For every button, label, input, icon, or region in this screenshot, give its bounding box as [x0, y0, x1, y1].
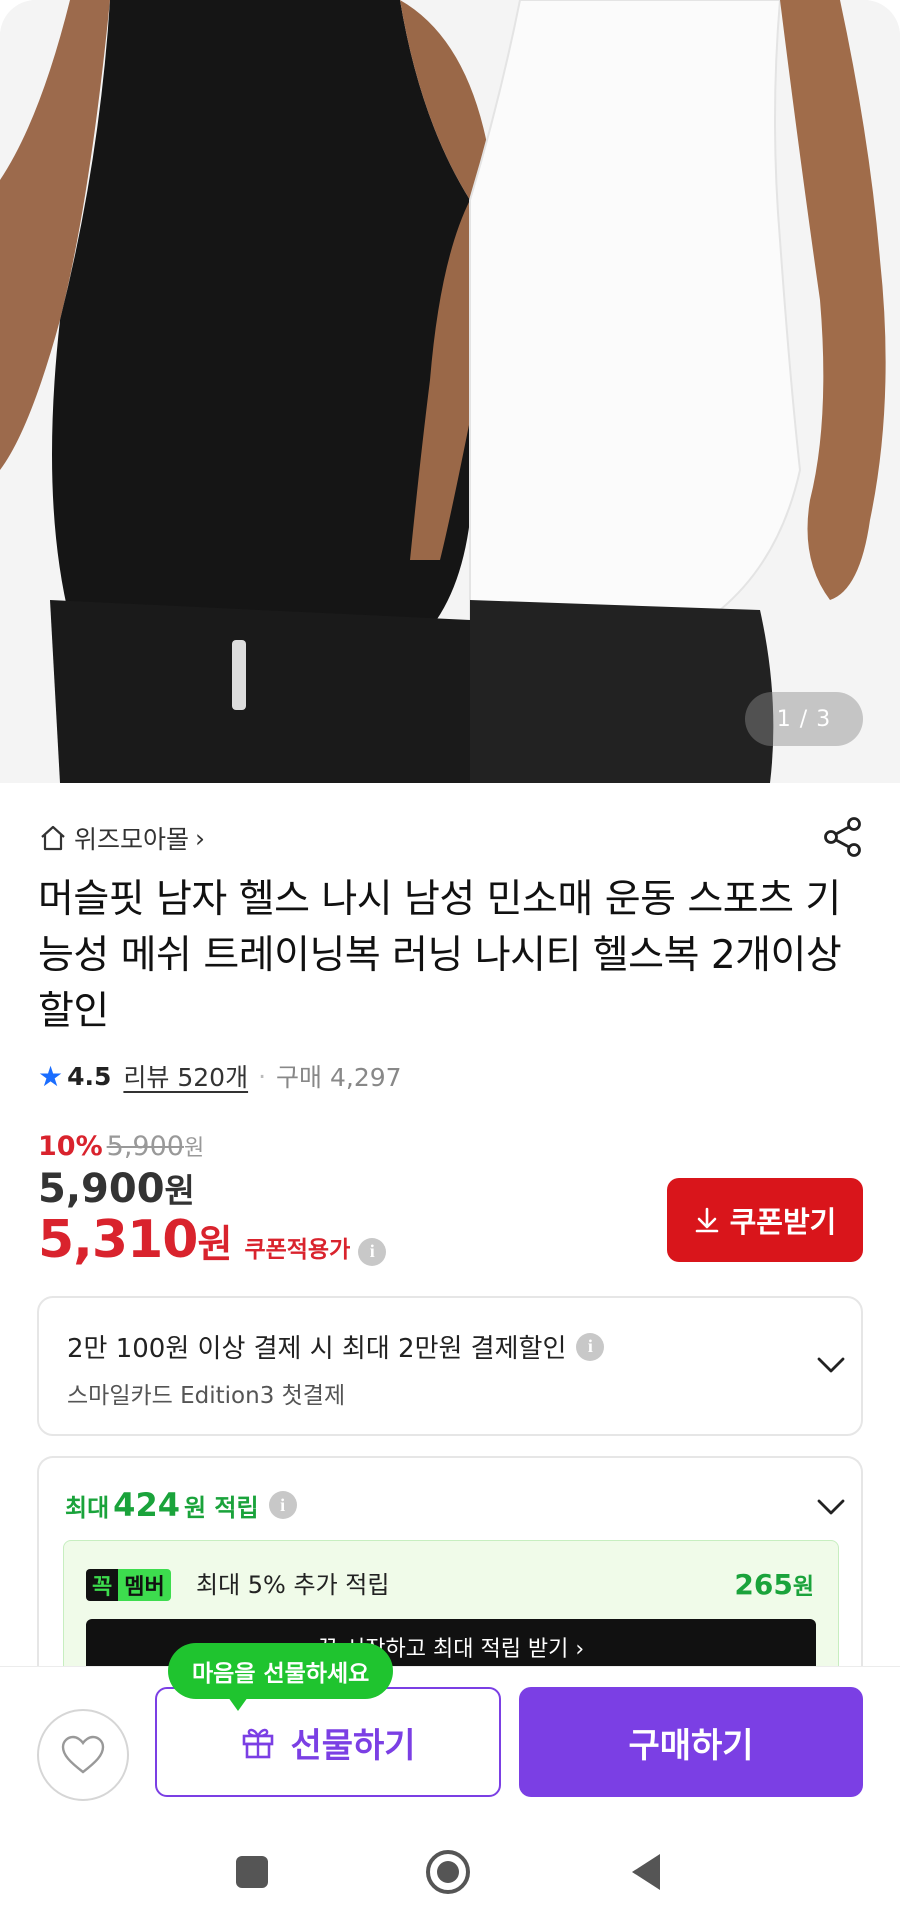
heart-icon [61, 1735, 105, 1774]
share-icon[interactable] [820, 814, 866, 860]
coupon-price-unit: 원 [197, 1222, 233, 1266]
star-icon: ★ [38, 1059, 64, 1093]
reward-amount: 424 [113, 1486, 180, 1524]
chevron-down-icon[interactable] [817, 1356, 845, 1374]
rating-score: 4.5 [67, 1061, 112, 1091]
sale-price: 5,900원 [38, 1164, 195, 1212]
card-discount-subtitle: 스마일카드 Edition3 첫결제 [67, 1383, 346, 1409]
store-link[interactable]: 위즈모아몰 › [38, 818, 205, 858]
bottom-action-bar: 선물하기 구매하기 [0, 1666, 900, 1822]
sale-price-unit: 원 [164, 1171, 195, 1210]
gallery-pager: 1 / 3 [745, 692, 863, 746]
product-image-gallery[interactable]: 1 / 3 [0, 0, 900, 783]
rewards-panel[interactable]: 최대 424 원 적립 i 꼭 멤버 최대 5% 추가 적립 265원 꼭 시작… [37, 1456, 863, 1690]
coupon-price-value: 5,310 [38, 1210, 198, 1270]
member-benefit-text: 최대 5% 추가 적립 [196, 1571, 390, 1599]
circle-nav-icon[interactable] [420, 1844, 476, 1900]
rating-row: ★ 4.5 리뷰 520개 · 구매 4,297 [38, 1056, 402, 1096]
info-icon[interactable]: i [268, 1491, 297, 1519]
member-badge-mark: 꼭 [86, 1569, 119, 1601]
card-discount-panel[interactable]: 2만 100원 이상 결제 시 최대 2만원 결제할인 i 스마일카드 Edit… [37, 1296, 863, 1436]
wishlist-button[interactable] [37, 1709, 129, 1801]
discount-row: 10% 5,900 원 [38, 1130, 204, 1162]
member-badge: 꼭 멤버 [86, 1569, 171, 1601]
product-photo [0, 0, 900, 783]
gift-button[interactable]: 선물하기 [155, 1687, 501, 1797]
store-name: 위즈모아몰 [74, 825, 190, 854]
separator-dot: · [258, 1061, 267, 1091]
purchase-count: 구매 4,297 [276, 1063, 402, 1092]
info-icon[interactable]: i [358, 1237, 387, 1266]
member-points-value: 265 [734, 1568, 793, 1601]
coupon-button-label: 쿠폰받기 [729, 1205, 837, 1239]
chevron-down-icon[interactable] [817, 1498, 845, 1516]
sale-price-value: 5,900 [38, 1166, 165, 1212]
discount-rate: 10% [38, 1131, 103, 1162]
info-icon[interactable]: i [576, 1332, 605, 1361]
original-price: 5,900 [106, 1131, 184, 1162]
system-navigation-bar [0, 1822, 900, 1922]
gift-button-label: 선물하기 [290, 1725, 416, 1766]
square-nav-icon[interactable] [224, 1844, 280, 1900]
card-discount-title: 2만 100원 이상 결제 시 최대 2만원 결제할인 [67, 1334, 567, 1364]
store-chevron: › [195, 823, 206, 853]
member-badge-text: 멤버 [118, 1569, 171, 1601]
member-points: 265원 [734, 1567, 814, 1601]
coupon-price-label: 쿠폰적용가 [244, 1237, 351, 1263]
back-nav-icon[interactable] [618, 1844, 674, 1900]
member-points-unit: 원 [792, 1574, 814, 1600]
coupon-download-button[interactable]: 쿠폰받기 [667, 1178, 863, 1262]
reward-prefix: 최대 [65, 1493, 110, 1522]
gift-tooltip: 마음을 선물하세요 [168, 1643, 394, 1711]
reward-suffix: 원 적립 [183, 1493, 259, 1522]
download-icon [695, 1207, 718, 1233]
original-price-unit: 원 [183, 1136, 205, 1161]
home-icon [38, 823, 68, 853]
coupon-price-row: 5,310 원 쿠폰적용가 i [38, 1210, 387, 1270]
product-title: 머슬핏 남자 헬스 나시 남성 민소매 운동 스포츠 기능성 메쉬 트레이닝복 … [38, 877, 842, 1034]
gift-icon [243, 1728, 274, 1759]
buy-button[interactable]: 구매하기 [519, 1687, 863, 1797]
review-link[interactable]: 리뷰 520개 [123, 1058, 248, 1094]
